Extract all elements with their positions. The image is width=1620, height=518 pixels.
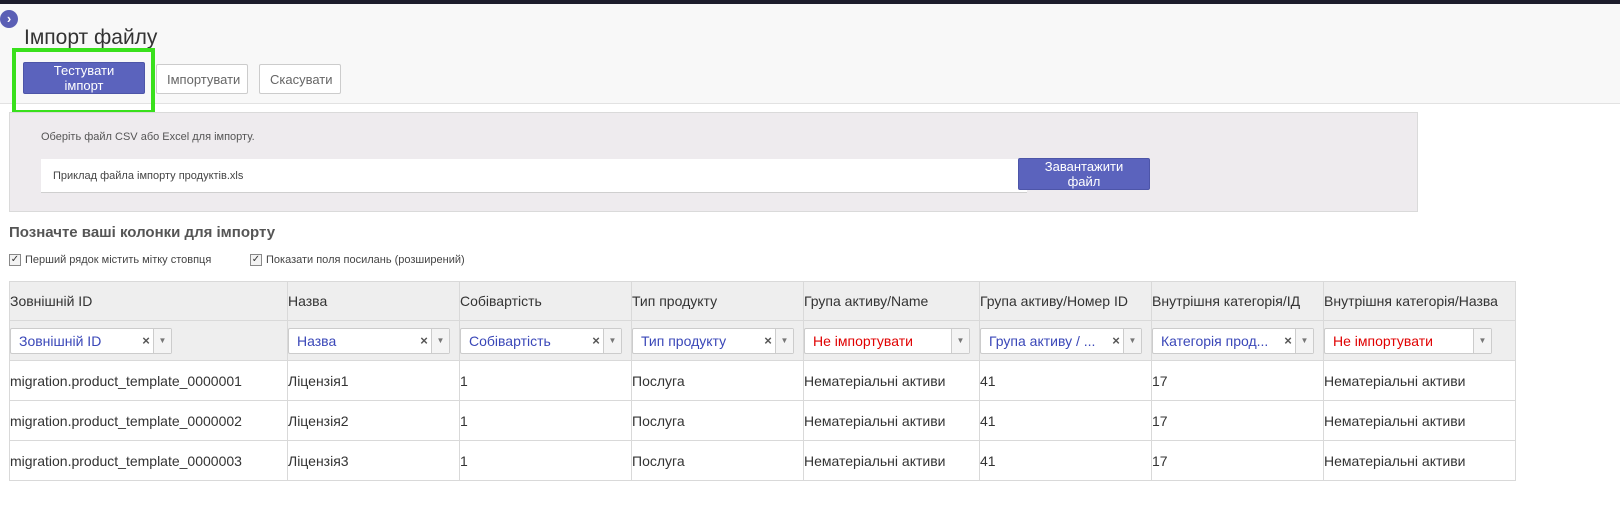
table-cell: 41 [979, 400, 1152, 441]
table-cell: 1 [459, 360, 632, 401]
field-mapping-select[interactable]: Група активу / ... × ▼ [980, 327, 1142, 354]
caret-down-icon[interactable]: ▼ [153, 328, 171, 353]
field-mapping-value: Не імпортувати [1333, 332, 1433, 349]
table-row: migration.product_template_0000001 Ліцен… [9, 360, 1516, 401]
caret-down-icon[interactable]: ▼ [1123, 328, 1141, 353]
advanced-fields-label: Показати поля посилань (розширений) [266, 254, 465, 266]
field-mapping-value: Зовнішній ID [19, 332, 102, 349]
field-mapping-value: Тип продукту [641, 332, 727, 349]
columns-title: Позначте ваші колонки для імпорту [9, 224, 276, 241]
column-header: Собівартість [459, 281, 632, 321]
column-header: Внутрішня категорія/Назва [1323, 281, 1516, 321]
field-mapping-value: Не імпортувати [813, 332, 913, 349]
table-cell: 41 [979, 440, 1152, 481]
field-mapping-value: Назва [297, 332, 337, 349]
mapping-row: Зовнішній ID × ▼ Назва × ▼ Собівартість × ▼ Ти… [9, 320, 1516, 361]
table-cell: migration.product_template_0000002 [9, 400, 288, 441]
clear-icon[interactable]: × [417, 333, 431, 348]
first-row-headers-option[interactable]: ✓ Перший рядок містить мітку стовпця [9, 254, 211, 266]
clear-icon[interactable]: × [761, 333, 775, 348]
page-title: Імпорт файлу [24, 26, 158, 49]
table-cell: Нематеріальні активи [1323, 400, 1516, 441]
control-panel: Імпорт файлу Тестувати імпорт Імпортуват… [0, 4, 1620, 114]
column-header: Тип продукту [631, 281, 804, 321]
test-import-button[interactable]: Тестувати імпорт [23, 62, 145, 94]
caret-down-icon[interactable]: ▼ [1473, 328, 1491, 353]
import-button[interactable]: Імпортувати [156, 64, 248, 94]
advanced-fields-option[interactable]: ✓ Показати поля посилань (розширений) [250, 254, 465, 266]
table-cell: migration.product_template_0000001 [9, 360, 288, 401]
clear-icon[interactable]: × [1281, 333, 1295, 348]
field-mapping-value: Група активу / ... [989, 332, 1096, 349]
table-cell: Ліцензія2 [287, 400, 460, 441]
column-header: Назва [287, 281, 460, 321]
chevron-right-icon[interactable]: › [0, 10, 18, 28]
cancel-button[interactable]: Скасувати [259, 64, 341, 94]
table-cell: Послуга [631, 400, 804, 441]
table-cell: 41 [979, 360, 1152, 401]
caret-down-icon[interactable]: ▼ [775, 328, 793, 353]
file-hint: Оберіть файл CSV або Excel для імпорту. [41, 131, 255, 143]
field-mapping-select[interactable]: Не імпортувати ▼ [1324, 327, 1492, 354]
table-cell: 17 [1151, 400, 1324, 441]
caret-down-icon[interactable]: ▼ [951, 328, 969, 353]
column-header: Внутрішня категорія/ІД [1151, 281, 1324, 321]
table-cell: 1 [459, 400, 632, 441]
caret-down-icon[interactable]: ▼ [1295, 328, 1313, 353]
first-row-headers-label: Перший рядок містить мітку стовпця [25, 254, 212, 266]
table-cell: 17 [1151, 440, 1324, 481]
table-row: migration.product_template_0000002 Ліцен… [9, 400, 1516, 441]
table-cell: Нематеріальні активи [1323, 440, 1516, 481]
clear-icon[interactable]: × [589, 333, 603, 348]
table-cell: 1 [459, 440, 632, 481]
field-mapping-select[interactable]: Не імпортувати ▼ [804, 327, 970, 354]
clear-icon[interactable]: × [139, 333, 153, 348]
upload-file-button[interactable]: Завантажити файл [1018, 158, 1150, 190]
field-mapping-value: Категорія прод... [1161, 332, 1269, 349]
field-mapping-select[interactable]: Собівартість × ▼ [460, 327, 622, 354]
field-mapping-select[interactable]: Тип продукту × ▼ [632, 327, 794, 354]
table-cell: Нематеріальні активи [1323, 360, 1516, 401]
column-header: Зовнішній ID [9, 281, 288, 321]
table-cell: Ліцензія3 [287, 440, 460, 481]
table-cell: 17 [1151, 360, 1324, 401]
file-upload-panel: Оберіть файл CSV або Excel для імпорту. … [9, 112, 1418, 212]
table-row: migration.product_template_0000003 Ліцен… [9, 440, 1516, 481]
column-header: Група активу/Name [803, 281, 980, 321]
field-mapping-select[interactable]: Категорія прод... × ▼ [1152, 327, 1314, 354]
table-cell: Послуга [631, 360, 804, 401]
table-cell: Нематеріальні активи [803, 360, 980, 401]
table-cell: Ліцензія1 [287, 360, 460, 401]
caret-down-icon[interactable]: ▼ [603, 328, 621, 353]
caret-down-icon[interactable]: ▼ [431, 328, 449, 353]
checkbox-checked-icon[interactable]: ✓ [9, 254, 21, 266]
table-cell: Нематеріальні активи [803, 440, 980, 481]
table-cell: migration.product_template_0000003 [9, 440, 288, 481]
checkbox-checked-icon[interactable]: ✓ [250, 254, 262, 266]
table-cell: Нематеріальні активи [803, 400, 980, 441]
clear-icon[interactable]: × [1109, 333, 1123, 348]
column-header: Група активу/Номер ID [979, 281, 1152, 321]
file-name-field[interactable]: Приклад файла імпорту продуктів.xls [41, 159, 1027, 193]
table-cell: Послуга [631, 440, 804, 481]
field-mapping-select[interactable]: Назва × ▼ [288, 327, 450, 354]
field-mapping-value: Собівартість [469, 332, 551, 349]
header-row: Зовнішній ID Назва Собівартість Тип прод… [9, 281, 1516, 321]
field-mapping-select[interactable]: Зовнішній ID × ▼ [10, 327, 172, 354]
import-preview-table: Зовнішній ID Назва Собівартість Тип прод… [9, 281, 1516, 481]
